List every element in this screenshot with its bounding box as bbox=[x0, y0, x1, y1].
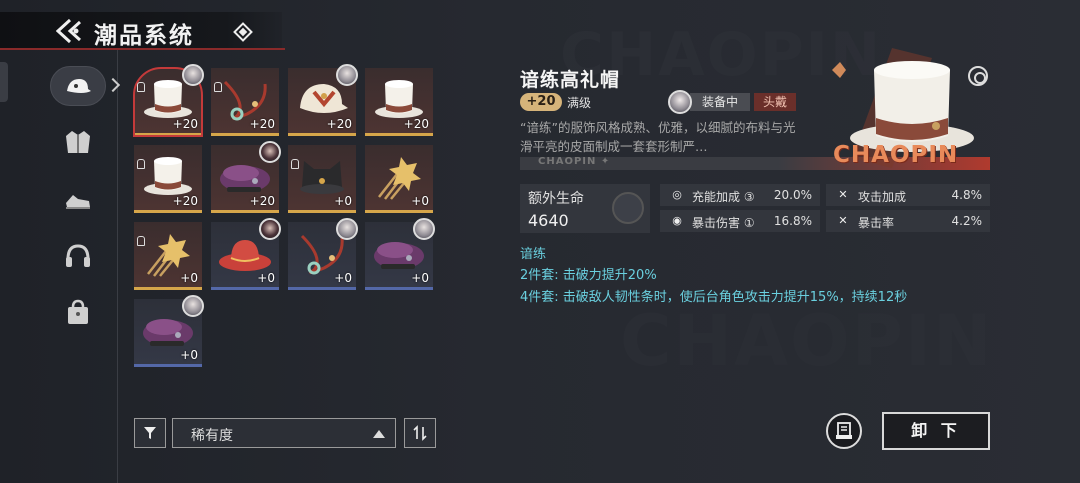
inventory-item[interactable]: +20 bbox=[211, 68, 279, 136]
filter-icon bbox=[144, 427, 156, 439]
category-jacket[interactable] bbox=[60, 124, 96, 160]
jacket-icon bbox=[66, 131, 90, 153]
sort-select-value: 稀有度 bbox=[191, 428, 233, 444]
inventory-item[interactable]: +20 bbox=[134, 145, 202, 213]
inventory-item[interactable]: +0 bbox=[365, 218, 435, 290]
main-stat: 额外生命 4640 bbox=[520, 184, 650, 233]
inventory-item[interactable]: +20 bbox=[211, 141, 281, 213]
brand-bar-text: CHAOPIN ✦ bbox=[538, 156, 611, 167]
set-two-piece: 2件套: 击破力提升20% bbox=[520, 268, 657, 283]
item-level: +20 bbox=[172, 117, 198, 131]
item-level: +0 bbox=[180, 348, 198, 362]
sub-stat-value: 4.2% bbox=[951, 214, 983, 228]
main-stat-value: 4640 bbox=[528, 211, 569, 230]
item-level: +20 bbox=[403, 117, 429, 131]
item-level: +20 bbox=[172, 194, 198, 208]
sidebar-edge-tab bbox=[0, 62, 8, 102]
sub-stat-name: 攻击加成 bbox=[858, 190, 907, 204]
category-sidebar bbox=[0, 50, 118, 483]
shoes-icon bbox=[66, 195, 90, 209]
character-avatar bbox=[336, 218, 358, 240]
menu-diamond-icon[interactable] bbox=[233, 22, 253, 42]
inventory-item[interactable]: +0 bbox=[134, 222, 202, 290]
energy-icon: ◎ bbox=[672, 188, 682, 201]
inventory-item[interactable]: +0 bbox=[288, 218, 358, 290]
sub-stat-value: 16.8% bbox=[773, 214, 812, 228]
page-title: 潮品系统 bbox=[94, 23, 194, 49]
back-icon[interactable] bbox=[55, 18, 84, 44]
lock-icon bbox=[137, 82, 145, 92]
unequip-button[interactable]: 卸 下 bbox=[882, 412, 990, 450]
inventory-item[interactable]: +0 bbox=[288, 145, 356, 213]
inventory-item[interactable]: +20 bbox=[133, 64, 204, 137]
sort-select[interactable]: 稀有度 bbox=[172, 418, 396, 448]
sub-stat-name: 暴击伤害 ① bbox=[692, 216, 755, 230]
sub-stat-value: 4.8% bbox=[951, 188, 983, 202]
category-headphones[interactable] bbox=[60, 238, 96, 274]
item-level-badge: +20 bbox=[520, 93, 562, 111]
sort-order-button[interactable] bbox=[404, 418, 436, 448]
heart-shield-icon bbox=[612, 192, 644, 224]
category-shoes[interactable] bbox=[60, 182, 96, 218]
sub-stat-row: ◉ 暴击伤害 ① 16.8% bbox=[660, 210, 820, 232]
inventory-item[interactable]: +0 bbox=[134, 295, 204, 367]
sub-stat-value: 20.0% bbox=[773, 188, 812, 202]
character-avatar bbox=[336, 64, 358, 86]
compare-button[interactable] bbox=[826, 413, 862, 449]
header: 潮品系统 bbox=[0, 12, 285, 50]
slot-tag: 头戴 bbox=[754, 93, 796, 111]
attack-icon: ✕ bbox=[838, 188, 848, 201]
set-four-piece: 4件套: 击破敌人韧性条时，使后台角色攻击力提升15%，持续12秒 bbox=[520, 290, 908, 305]
sub-stat-row: ◎ 充能加成 ③ 20.0% bbox=[660, 184, 820, 206]
filter-button[interactable] bbox=[134, 418, 166, 448]
category-bag[interactable] bbox=[60, 294, 96, 330]
crit-rate-icon: ✕ bbox=[838, 214, 848, 227]
max-level-label: 满级 bbox=[567, 96, 592, 110]
item-level: +0 bbox=[334, 271, 352, 285]
lock-icon bbox=[137, 236, 145, 246]
character-avatar bbox=[259, 218, 281, 240]
sub-stat-name: 充能加成 ③ bbox=[692, 190, 755, 204]
headphones-icon bbox=[66, 244, 90, 267]
item-name: 谙练高礼帽 bbox=[520, 69, 621, 91]
inventory-item[interactable]: +20 bbox=[288, 64, 358, 136]
brand-logo-text: CHAOPIN bbox=[833, 142, 959, 168]
lock-icon bbox=[137, 159, 145, 169]
character-avatar bbox=[259, 141, 281, 163]
sub-stat-row: ✕ 攻击加成 4.8% bbox=[826, 184, 990, 206]
set-name: 谙练 bbox=[520, 247, 547, 262]
lock-icon bbox=[214, 82, 222, 92]
item-level: +0 bbox=[411, 271, 429, 285]
character-avatar bbox=[413, 218, 435, 240]
sort-order-icon bbox=[413, 425, 427, 441]
info-icon[interactable] bbox=[968, 66, 988, 86]
screen: CHAOPIN CHAOPIN 潮品系统 +20 +20 +20 +20 +20 +20 +… bbox=[0, 0, 1080, 483]
bag-icon bbox=[68, 299, 88, 324]
character-avatar bbox=[182, 64, 204, 86]
cap-icon bbox=[67, 79, 91, 93]
main-stat-name: 额外生命 bbox=[528, 191, 584, 207]
character-avatar bbox=[182, 295, 204, 317]
inventory-item[interactable]: +20 bbox=[365, 68, 433, 136]
inventory-item[interactable]: +0 bbox=[211, 218, 281, 290]
crit-dmg-icon: ◉ bbox=[672, 214, 682, 227]
item-level: +20 bbox=[326, 117, 352, 131]
lock-icon bbox=[291, 159, 299, 169]
triangle-up-icon bbox=[373, 430, 385, 438]
item-level: +0 bbox=[257, 271, 275, 285]
equipped-tag: 装备中 bbox=[690, 93, 750, 111]
bg-decoration: CHAOPIN bbox=[620, 300, 994, 382]
item-description: “谙练”的服饰风格成熟、优雅，以细腻的布料与光滑平亮的皮面制成一套套形制严… bbox=[520, 120, 796, 154]
category-cap[interactable] bbox=[50, 66, 106, 106]
inventory-item[interactable]: +0 bbox=[365, 145, 433, 213]
item-level: +0 bbox=[411, 194, 429, 208]
sub-stat-name: 暴击率 bbox=[858, 216, 895, 230]
item-level: +20 bbox=[249, 117, 275, 131]
item-level: +0 bbox=[180, 271, 198, 285]
item-level: +0 bbox=[334, 194, 352, 208]
document-icon bbox=[836, 422, 852, 439]
equipped-character-avatar bbox=[668, 90, 692, 114]
item-level: +20 bbox=[249, 194, 275, 208]
sub-stat-row: ✕ 暴击率 4.2% bbox=[826, 210, 990, 232]
